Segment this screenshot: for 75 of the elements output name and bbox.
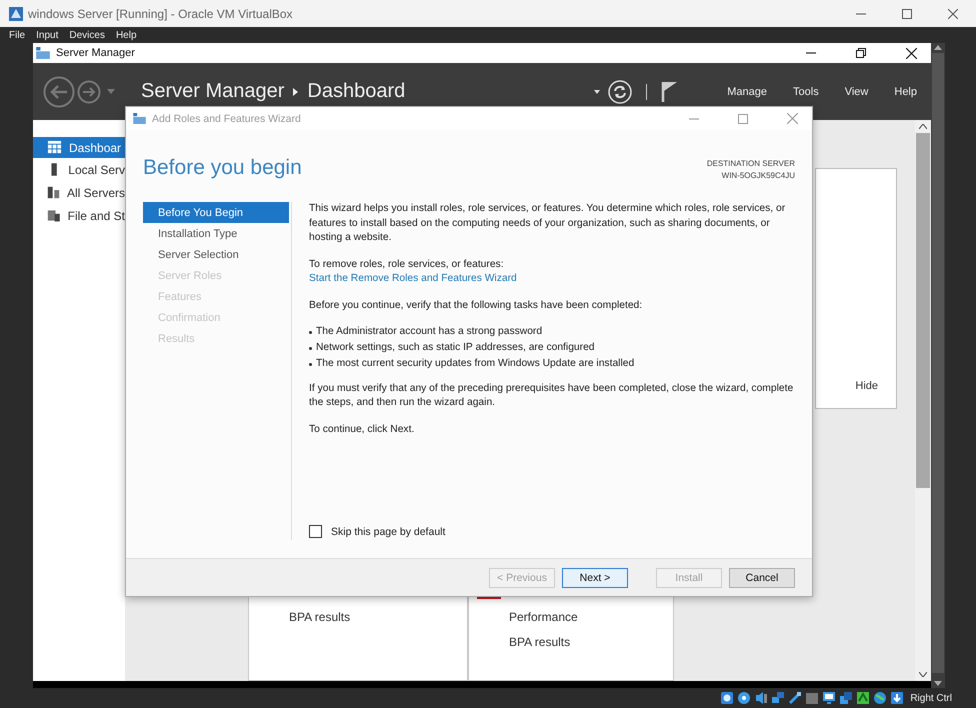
bullet-icon [309, 346, 312, 350]
skip-checkbox[interactable] [309, 525, 322, 538]
menu-item[interactable]: Manage [727, 86, 768, 98]
close-icon[interactable] [906, 48, 917, 58]
tile-item[interactable]: BPA results [509, 635, 673, 649]
page-heading: Before you begin [143, 156, 302, 181]
task-item: The Administrator account has a strong password [316, 325, 542, 339]
scroll-thumb[interactable] [932, 53, 944, 673]
menu-item[interactable]: Help [116, 30, 137, 40]
menu-item[interactable]: File [9, 30, 26, 40]
nav-item[interactable]: Dashboar [33, 137, 125, 158]
scroll-up-icon[interactable] [934, 45, 942, 50]
dialog-title: Add Roles and Features Wizard [152, 112, 301, 124]
globe-icon[interactable] [873, 691, 888, 705]
windows-icon[interactable] [839, 691, 854, 705]
host-key-label: Right Ctrl [910, 692, 952, 704]
scroll-up-icon[interactable] [919, 124, 927, 129]
bullet-icon [309, 362, 312, 366]
dialog-button[interactable]: Cancel [729, 568, 795, 588]
nav-item[interactable]: All Servers [33, 181, 125, 204]
close-icon[interactable] [948, 8, 958, 18]
maximize-icon[interactable] [902, 8, 912, 18]
wizard-step[interactable]: Server Selection [143, 244, 289, 265]
nav-item[interactable]: Local Serv [33, 158, 125, 181]
scrollbar[interactable] [931, 43, 945, 688]
bullet-icon [309, 330, 312, 334]
menu-item[interactable]: Help [894, 86, 917, 98]
file-storage-icon [47, 208, 61, 223]
chevron-icon [293, 88, 298, 96]
window-title: Server Manager [56, 47, 135, 59]
destination-server: WIN-5OGJK59C4JU [722, 170, 795, 182]
audio-icon[interactable] [754, 691, 768, 705]
checkbox-label: Skip this page by default [331, 526, 446, 538]
servers-icon [47, 185, 60, 200]
wizard-step[interactable]: Installation Type [143, 223, 289, 244]
task-item: The most current security updates from Windows Update are installed [316, 357, 634, 371]
destination-label: DESTINATION SERVER [706, 158, 795, 170]
tile-item[interactable]: Performance [509, 610, 673, 624]
download-icon[interactable] [890, 691, 904, 705]
refresh-icon[interactable] [608, 80, 632, 104]
intro-text: This wizard helps you install roles, role services, or features. You determine which roles, role services, or features to install based on the computing needs of your organization, such as sharing documents, or hosting a website. [309, 202, 786, 245]
menu-item[interactable]: View [844, 86, 868, 98]
restore-icon[interactable] [856, 48, 866, 58]
remove-label: To remove roles, role services, or features: [309, 258, 505, 272]
dashboard-icon [47, 140, 62, 155]
back-icon[interactable] [43, 76, 75, 108]
caret-icon[interactable] [594, 90, 600, 94]
wizard-icon [133, 113, 146, 124]
task-item: Network settings, such as static IP addresses, are configured [316, 341, 595, 355]
menu-item[interactable]: Tools [793, 86, 819, 98]
usb-icon[interactable] [788, 691, 802, 705]
hide-link[interactable]: Hide [855, 380, 878, 392]
virtualbox-icon [8, 6, 24, 22]
scrollbar[interactable] [915, 120, 931, 681]
forward-icon[interactable] [77, 80, 101, 104]
disc-icon[interactable] [737, 691, 752, 705]
network-icon[interactable] [771, 691, 786, 705]
window-title: windows Server [Running] - Oracle VM VirtualBox [28, 6, 293, 20]
menu-item[interactable]: Input [36, 30, 58, 40]
continue-note: To continue, click Next. [309, 422, 416, 436]
verify-note: If you must verify that any of the preceding prerequisites have been completed, close the wizard, complete the steps, and then run the wizard again. [309, 382, 794, 410]
flag-icon[interactable] [661, 80, 678, 102]
server-manager-icon [36, 47, 50, 59]
verify-label: Before you continue, verify that the following tasks have been completed: [309, 298, 644, 312]
nav-item[interactable]: File and St [33, 204, 125, 227]
menu-item[interactable]: Devices [69, 30, 105, 40]
breadcrumb-item: Dashboard [307, 80, 406, 103]
wizard-step[interactable]: Before You Begin [143, 202, 289, 223]
remove-wizard-link[interactable]: Start the Remove Roles and Features Wizard [309, 272, 795, 286]
maximize-icon[interactable] [738, 114, 748, 124]
scroll-thumb[interactable] [916, 133, 930, 488]
breadcrumb-item: Server Manager [141, 80, 284, 103]
display-icon[interactable] [822, 691, 836, 705]
tile-item[interactable]: BPA results [289, 610, 467, 624]
dialog-button[interactable]: Next > [562, 568, 628, 588]
